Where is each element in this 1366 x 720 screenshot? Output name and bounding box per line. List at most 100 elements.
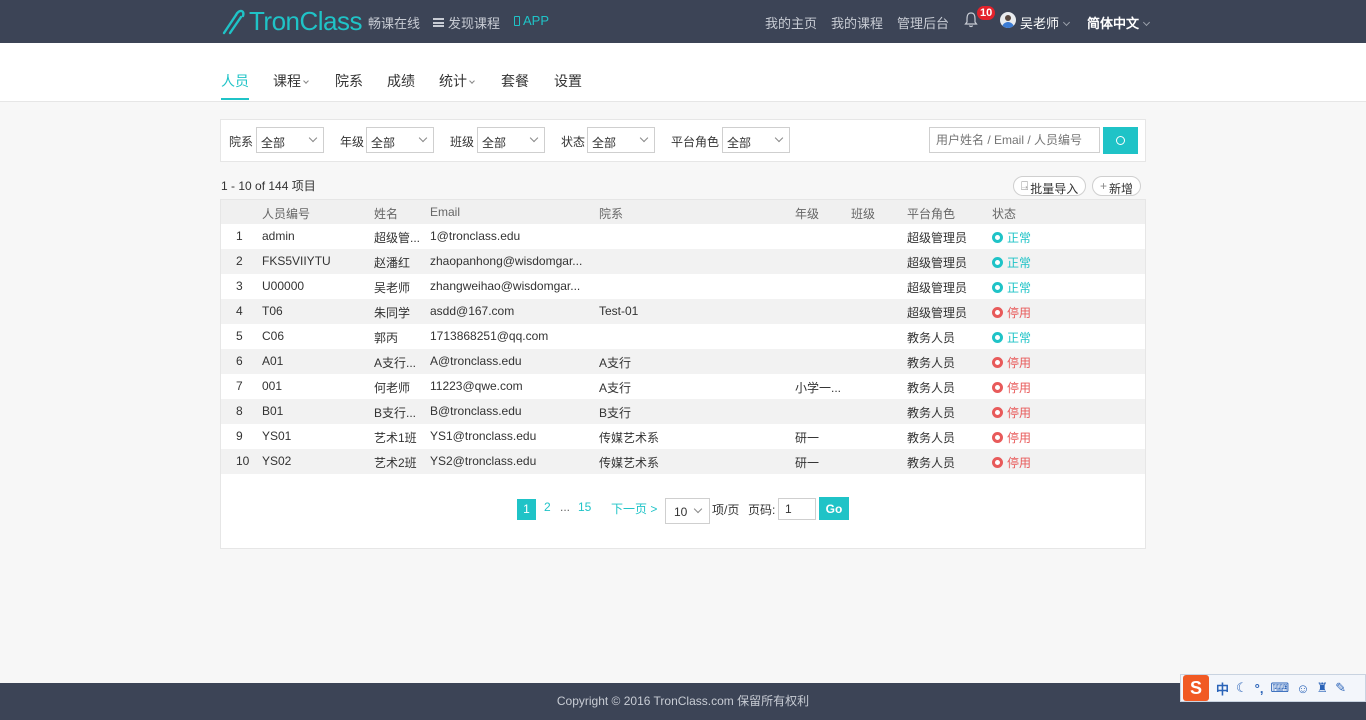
status-dot-icon — [992, 382, 1003, 393]
tab-packages[interactable]: 套餐 — [501, 71, 529, 91]
header-status[interactable]: 状态 — [992, 205, 1016, 222]
cell-id: C06 — [262, 329, 285, 343]
header-department[interactable]: 院系 — [599, 205, 623, 222]
cell-department: 传媒艺术系 — [599, 456, 660, 470]
table-row[interactable]: 9 YS01 艺术1班 YS1@tronclass.edu 传媒艺术系 研一 教务人员 停用 — [221, 424, 1145, 449]
page-number-input[interactable] — [778, 498, 816, 520]
status-label: 停用 — [1007, 431, 1032, 445]
notification-badge: 10 — [977, 6, 996, 20]
my-courses-link[interactable]: 我的课程 — [831, 13, 883, 32]
chevron-down-icon — [1062, 18, 1071, 27]
search-input[interactable] — [929, 127, 1100, 153]
page-1-button[interactable]: 1 — [517, 499, 536, 520]
cell-email: B@tronclass.edu — [430, 404, 522, 418]
status-dot-icon — [992, 332, 1003, 343]
table-row[interactable]: 1 admin 超级管... 1@tronclass.edu 超级管理员 正常 — [221, 224, 1145, 249]
header-id[interactable]: 人员编号 — [262, 205, 310, 222]
class-select[interactable]: 全部 — [477, 127, 545, 153]
result-summary: 1 - 10 of 144 项目 — [221, 179, 316, 193]
moon-icon[interactable]: ☾ — [1236, 680, 1248, 696]
tab-statistics[interactable]: 统计 — [439, 71, 475, 91]
status-label: 正常 — [1007, 281, 1032, 295]
go-button[interactable]: Go — [819, 497, 849, 520]
add-button[interactable]: + 新增 — [1092, 176, 1142, 196]
status-label: 停用 — [1007, 456, 1032, 470]
tronclass-logo[interactable]: TronClass — [221, 6, 363, 36]
select-value: 全部 — [592, 136, 617, 150]
page-size-select[interactable]: 10 — [665, 498, 710, 524]
sogou-logo-icon[interactable]: S — [1183, 675, 1209, 701]
table-row[interactable]: 5 C06 郭丙 1713868251@qq.com 教务人员 正常 — [221, 324, 1145, 349]
cell-role: 超级管理员 — [907, 306, 968, 320]
user-menu[interactable]: 吴老师 — [1020, 13, 1071, 32]
tab-label: 成绩 — [387, 73, 415, 89]
department-select[interactable]: 全部 — [256, 127, 324, 153]
batch-import-button[interactable]: ⍈ 批量导入 — [1013, 176, 1087, 196]
page-15-button[interactable]: 15 — [578, 500, 591, 514]
next-page-button[interactable]: 下一页 > — [611, 500, 657, 517]
cell-role: 教务人员 — [907, 431, 956, 445]
header-role[interactable]: 平台角色 — [907, 205, 955, 222]
slogan: 畅课在线 — [368, 16, 421, 31]
cell-role: 教务人员 — [907, 331, 956, 345]
app-label: APP — [523, 13, 550, 28]
cell-department: Test-01 — [599, 304, 639, 318]
role-select[interactable]: 全部 — [722, 127, 790, 153]
search-button[interactable] — [1103, 127, 1138, 154]
cell-department: A支行 — [599, 381, 632, 395]
tab-settings[interactable]: 设置 — [554, 71, 582, 91]
user-icon[interactable]: ☺ — [1296, 681, 1309, 696]
page-ellipsis: ... — [560, 500, 571, 514]
header-email[interactable]: Email — [430, 205, 460, 219]
wrench-icon[interactable]: ✎ — [1335, 680, 1346, 696]
table-row[interactable]: 4 T06 朱同学 asdd@167.com Test-01 超级管理员 停用 — [221, 299, 1145, 324]
language-label: 简体中文 — [1087, 16, 1140, 31]
status-select[interactable]: 全部 — [587, 127, 655, 153]
table-row[interactable]: 8 B01 B支行... B@tronclass.edu B支行 教务人员 停用 — [221, 399, 1145, 424]
header-grade[interactable]: 年级 — [795, 205, 819, 222]
user-name: 吴老师 — [1020, 16, 1060, 31]
cell-name: 超级管... — [374, 231, 421, 245]
table-row[interactable]: 2 FKS5VIIYTU 赵潘红 zhaopanhong@wisdomgar... 超级… — [221, 249, 1145, 274]
bell-icon[interactable] — [964, 12, 978, 28]
menu-icon — [433, 18, 444, 27]
header-name[interactable]: 姓名 — [374, 205, 398, 222]
table-row[interactable]: 6 A01 A支行... A@tronclass.edu A支行 教务人员 停用 — [221, 349, 1145, 374]
keyboard-icon[interactable]: ⌨ — [1270, 680, 1289, 696]
ime-mode[interactable]: 中 — [1216, 679, 1229, 698]
status-badge: 正常 — [992, 254, 1031, 271]
search-icon — [1116, 136, 1125, 145]
tab-label: 院系 — [335, 73, 363, 89]
tab-departments[interactable]: 院系 — [335, 71, 363, 91]
chevron-down-icon — [418, 133, 428, 143]
admin-tabs: 人员 课程 院系 成绩 统计 套餐 设置 — [0, 43, 1366, 102]
grade-select[interactable]: 全部 — [366, 127, 434, 153]
select-value: 全部 — [482, 136, 507, 150]
page-2-button[interactable]: 2 — [544, 500, 551, 514]
tab-courses[interactable]: 课程 — [273, 71, 309, 91]
admin-link[interactable]: 管理后台 — [897, 13, 949, 32]
language-menu[interactable]: 简体中文 — [1087, 13, 1151, 32]
tab-grades[interactable]: 成绩 — [387, 71, 415, 91]
table-row[interactable]: 3 U00000 吴老师 zhangweihao@wisdomgar... 超级管理员 正… — [221, 274, 1145, 299]
table-row[interactable]: 10 YS02 艺术2班 YS2@tronclass.edu 传媒艺术系 研一 教务人员 停用 — [221, 449, 1145, 474]
chevron-down-icon — [303, 78, 309, 84]
app-link[interactable]: APP — [514, 13, 549, 28]
filter-label-department: 院系 — [229, 135, 254, 149]
header-class[interactable]: 班级 — [851, 205, 875, 222]
status-dot-icon — [992, 432, 1003, 443]
status-dot-icon — [992, 282, 1003, 293]
cell-name: 何老师 — [374, 381, 411, 395]
my-home-link[interactable]: 我的主页 — [765, 13, 817, 32]
cell-role: 教务人员 — [907, 381, 956, 395]
table-row[interactable]: 7 001 何老师 11223@qwe.com A支行 小学一... 教务人员 停用 — [221, 374, 1145, 399]
cell-id: FKS5VIIYTU — [262, 254, 331, 268]
discover-courses-link[interactable]: 发现课程 — [433, 13, 500, 32]
shirt-icon[interactable]: ♜ — [1317, 680, 1329, 696]
tab-people[interactable]: 人员 — [221, 71, 249, 100]
status-label: 正常 — [1007, 231, 1032, 245]
filter-label-class: 班级 — [450, 135, 475, 149]
ime-toolbar[interactable]: S 中 ☾ °, ⌨ ☺ ♜ ✎ — [1180, 674, 1366, 702]
avatar[interactable] — [1000, 12, 1016, 28]
punctuation-icon[interactable]: °, — [1255, 681, 1264, 696]
